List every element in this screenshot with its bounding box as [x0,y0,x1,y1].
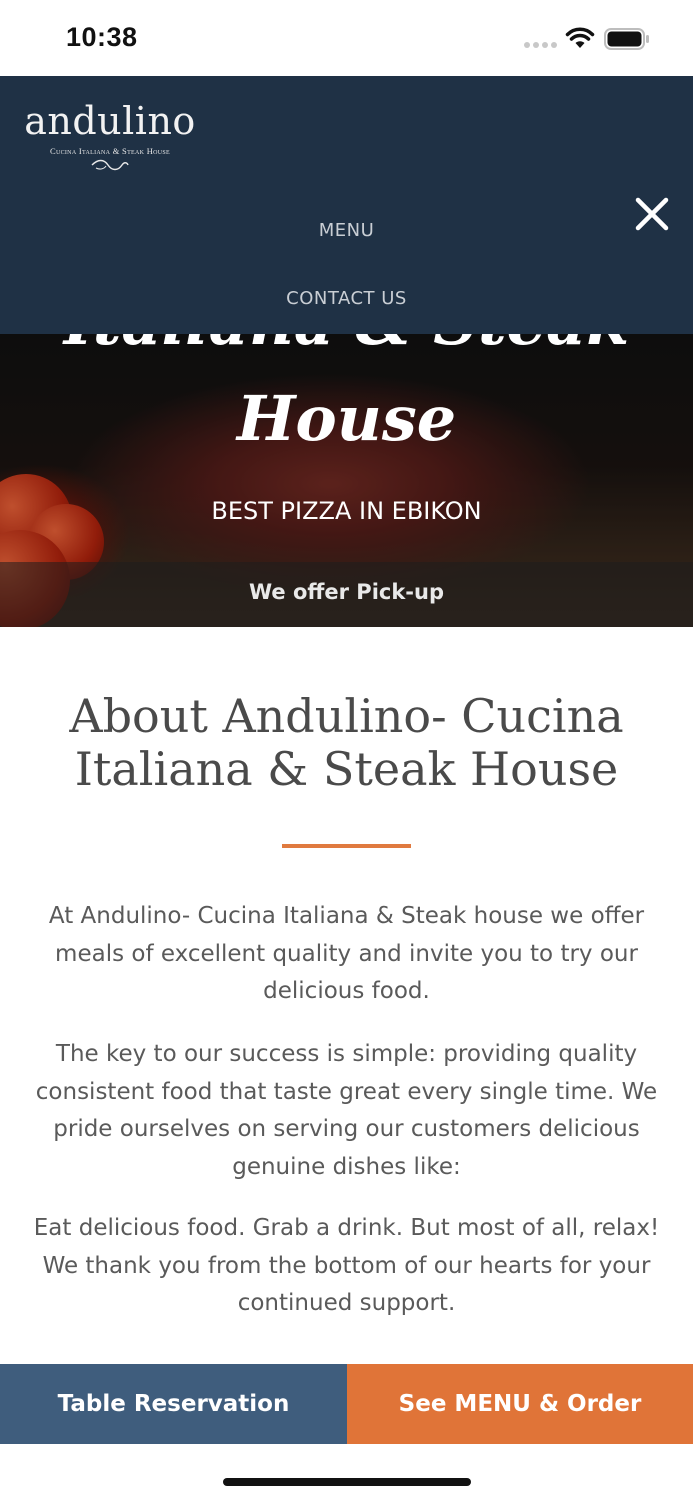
logo-swirl-icon [91,159,129,171]
pickup-text: We offer Pick-up [248,580,445,604]
logo-tagline: Cucina Italiana & Steak House [49,146,171,156]
status-time: 10:38 [66,22,138,52]
hero-title: House [236,382,457,455]
nav-item-contact-us[interactable]: CONTACT US [0,288,693,309]
about-paragraph: At Andulino- Cucina Italiana & Steak hou… [48,903,645,1004]
site-header: andulino Cucina Italiana & Steak House M… [0,76,693,334]
hero-subtitle: BEST PIZZA IN EBIKON [211,497,482,525]
home-indicator[interactable] [223,1478,471,1486]
table-reservation-button[interactable]: Table Reservation [0,1364,347,1444]
title-divider [282,844,411,848]
status-bar: 10:38 [0,0,693,76]
battery-icon [604,28,649,50]
hero-banner: Italiana & Steak House BEST PIZZA IN EBI… [0,334,693,627]
about-paragraph: The key to our success is simple: provid… [35,1041,658,1180]
about-paragraph: Eat delicious food. Grab a drink. But mo… [33,1215,660,1316]
about-title: About Andulino- Cucina Italiana & Steak … [69,689,624,796]
logo[interactable]: andulino Cucina Italiana & Steak House [24,100,196,178]
see-menu-order-button[interactable]: See MENU & Order [347,1364,693,1444]
signal-icon [524,42,558,48]
wifi-icon [565,27,595,48]
nav-item-menu[interactable]: MENU [0,220,693,241]
logo-wordmark: andulino [24,99,196,143]
hero-title-partial: Italiana & Steak [0,334,693,359]
pickup-banner: We offer Pick-up [0,562,693,627]
